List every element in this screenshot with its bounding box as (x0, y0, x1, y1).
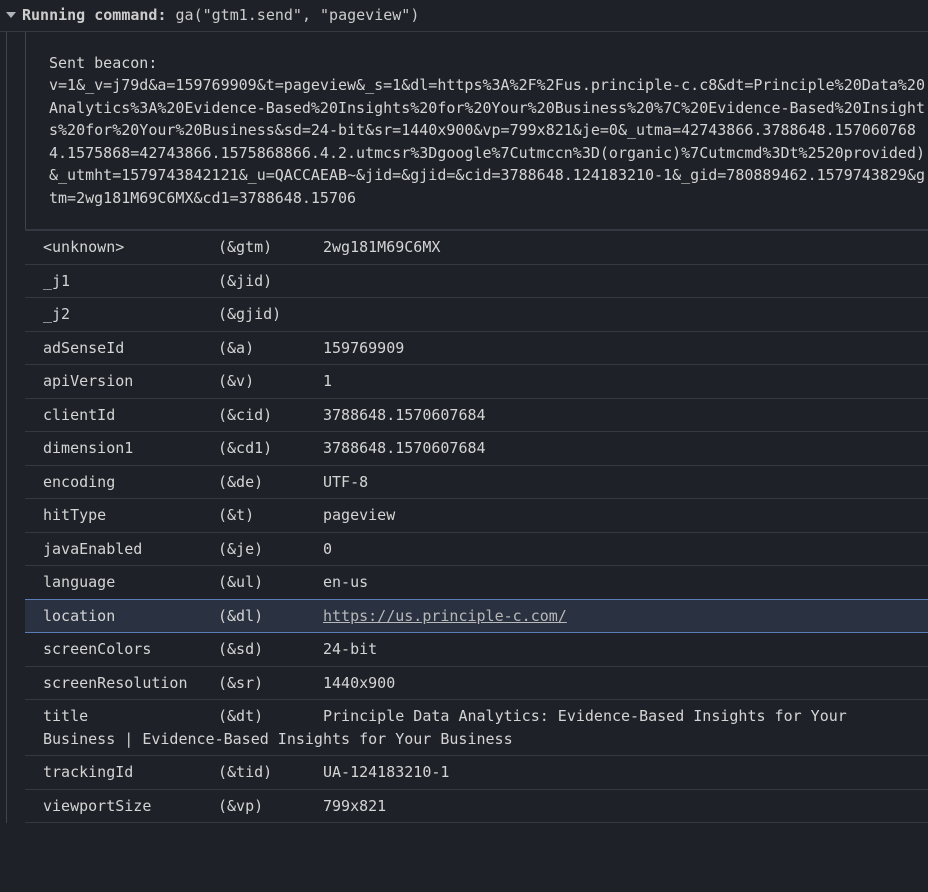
param-name: _j1 (43, 270, 218, 293)
content-wrap: Sent beacon: v=1&_v=j79d&a=159769909&t=p… (6, 32, 928, 824)
param-name: screenColors (43, 638, 218, 661)
param-name: viewportSize (43, 795, 218, 818)
param-value (323, 270, 928, 293)
param-row[interactable]: viewportSize(&vp)799x821 (25, 790, 928, 824)
param-code: (&v) (218, 370, 323, 393)
param-row[interactable]: dimension1(&cd1)3788648.1570607684 (25, 432, 928, 466)
param-name: encoding (43, 471, 218, 494)
param-value: 159769909 (323, 337, 928, 360)
param-row[interactable]: encoding(&de)UTF-8 (25, 466, 928, 500)
param-name: _j2 (43, 303, 218, 326)
param-code: (&t) (218, 504, 323, 527)
beacon-block: Sent beacon: v=1&_v=j79d&a=159769909&t=p… (25, 32, 928, 231)
param-code: (&sd) (218, 638, 323, 661)
param-value: 3788648.1570607684 (323, 404, 928, 427)
param-link[interactable]: https://us.principle-c.com/ (323, 607, 567, 625)
param-name: javaEnabled (43, 538, 218, 561)
param-row[interactable]: clientId(&cid)3788648.1570607684 (25, 399, 928, 433)
param-code: (&ul) (218, 571, 323, 594)
param-value: 0 (323, 538, 928, 561)
param-code: (&de) (218, 471, 323, 494)
beacon-text: v=1&_v=j79d&a=159769909&t=pageview&_s=1&… (49, 74, 928, 209)
param-code: (&gjid) (218, 303, 323, 326)
param-row[interactable]: _j2(&gjid) (25, 298, 928, 332)
param-value: 1440x900 (323, 672, 928, 695)
beacon-label: Sent beacon: (49, 52, 928, 75)
param-name: trackingId (43, 761, 218, 784)
param-code: (&cd1) (218, 437, 323, 460)
param-code: (&dl) (218, 605, 323, 628)
param-code: (&tid) (218, 761, 323, 784)
param-row[interactable]: language(&ul)en-us (25, 566, 928, 600)
param-row[interactable]: location(&dl)https://us.principle-c.com/ (25, 599, 928, 634)
param-code: (&je) (218, 538, 323, 561)
param-value: pageview (323, 504, 928, 527)
param-row[interactable]: adSenseId(&a)159769909 (25, 332, 928, 366)
param-code: (&sr) (218, 672, 323, 695)
param-name: screenResolution (43, 672, 218, 695)
param-name: clientId (43, 404, 218, 427)
param-value: en-us (323, 571, 928, 594)
param-value: 3788648.1570607684 (323, 437, 928, 460)
param-name: language (43, 571, 218, 594)
param-row[interactable]: hitType(&t)pageview (25, 499, 928, 533)
command-header[interactable]: Running command: ga("gtm1.send", "pagevi… (0, 0, 928, 32)
param-value (323, 303, 928, 326)
param-code: (&a) (218, 337, 323, 360)
param-name: location (43, 605, 218, 628)
param-table: <unknown>(&gtm)2wg181M69C6MX_j1(&jid)_j2… (25, 230, 928, 823)
param-row[interactable]: trackingId(&tid)UA-124183210-1 (25, 756, 928, 790)
param-name: hitType (43, 504, 218, 527)
param-value: https://us.principle-c.com/ (323, 605, 928, 628)
param-code: (&vp) (218, 795, 323, 818)
param-name: <unknown> (43, 236, 218, 259)
param-code: (&jid) (218, 270, 323, 293)
param-name: apiVersion (43, 370, 218, 393)
param-code: (&gtm) (218, 236, 323, 259)
param-name: title (43, 705, 218, 728)
param-value: 2wg181M69C6MX (323, 236, 928, 259)
param-row[interactable]: screenResolution(&sr)1440x900 (25, 667, 928, 701)
chevron-down-icon (6, 12, 16, 18)
param-value: 1 (323, 370, 928, 393)
param-name: dimension1 (43, 437, 218, 460)
param-row[interactable]: apiVersion(&v)1 (25, 365, 928, 399)
param-value: UTF-8 (323, 471, 928, 494)
param-value: 24-bit (323, 638, 928, 661)
param-value: UA-124183210-1 (323, 761, 928, 784)
param-name: adSenseId (43, 337, 218, 360)
param-row[interactable]: screenColors(&sd)24-bit (25, 633, 928, 667)
param-row[interactable]: javaEnabled(&je)0 (25, 533, 928, 567)
param-code: (&cid) (218, 404, 323, 427)
param-row[interactable]: _j1(&jid) (25, 265, 928, 299)
param-value: 799x821 (323, 795, 928, 818)
command-text: ga("gtm1.send", "pageview") (176, 4, 420, 27)
command-label: Running command: (22, 4, 167, 27)
param-row[interactable]: title(&dt)Principle Data Analytics: Evid… (25, 700, 928, 756)
param-code: (&dt) (218, 705, 323, 728)
param-row[interactable]: <unknown>(&gtm)2wg181M69C6MX (25, 231, 928, 265)
